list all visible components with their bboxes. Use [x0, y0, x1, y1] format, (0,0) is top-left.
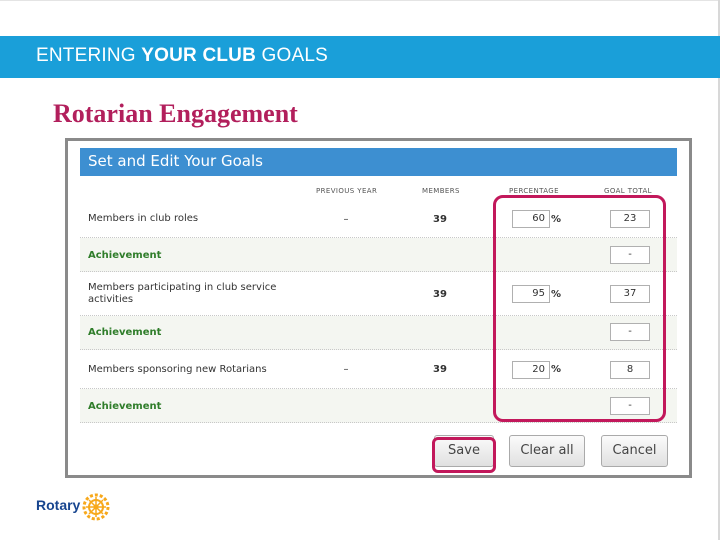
rotary-wheel-icon — [82, 493, 110, 521]
column-header-percentage: PERCENTAGE — [509, 187, 559, 195]
achievement-label: Achievement — [88, 250, 162, 261]
column-header-goal-total: GOAL TOTAL — [604, 187, 652, 195]
row-label: Members sponsoring new Rotarians — [88, 364, 267, 375]
rotary-logo: Rotary — [36, 493, 110, 521]
panel-header: Set and Edit Your Goals — [80, 148, 677, 176]
panel-title: Set and Edit Your Goals — [88, 152, 263, 170]
header-band: ENTERING YOUR CLUB GOALS — [0, 36, 720, 78]
row-label: Members in club roles — [88, 213, 199, 224]
top-rule — [0, 0, 720, 1]
achievement-label: Achievement — [88, 401, 162, 412]
rotary-logo-text: Rotary — [36, 497, 81, 513]
members-value: 39 — [433, 214, 447, 225]
column-header-previous-year: PREVIOUS YEAR — [316, 187, 378, 195]
slide-subtitle: Rotarian Engagement — [53, 99, 298, 128]
column-header-members: MEMBERS — [422, 187, 460, 195]
slide-title: ENTERING YOUR CLUB GOALS — [36, 45, 328, 67]
highlight-goal-columns — [493, 195, 666, 422]
members-value: 39 — [433, 364, 447, 375]
members-value: 39 — [433, 289, 447, 300]
highlight-save-button — [432, 437, 496, 473]
slide-title-post: GOALS — [261, 45, 328, 66]
row-label: Members participating in club service ac… — [88, 282, 277, 305]
slide-title-bold: YOUR CLUB — [141, 45, 257, 66]
previous-year-value: – — [343, 214, 349, 225]
previous-year-value: – — [343, 364, 349, 375]
slide-title-pre: ENTERING — [36, 45, 136, 66]
cancel-button[interactable]: Cancel — [601, 435, 668, 467]
clear-all-button[interactable]: Clear all — [509, 435, 585, 467]
achievement-label: Achievement — [88, 327, 162, 338]
